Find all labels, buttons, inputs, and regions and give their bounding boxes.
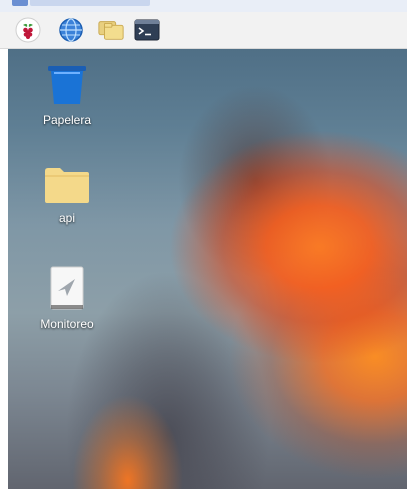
folders-icon <box>98 21 124 40</box>
raspberry-menu-button[interactable] <box>14 16 42 44</box>
desktop-icon-papelera[interactable]: Papelera <box>12 63 122 127</box>
desktop-icon-monitoreo[interactable]: Monitoreo <box>12 265 122 331</box>
window-title-strip <box>0 0 407 12</box>
web-browser-button[interactable] <box>57 16 85 44</box>
taskbar <box>0 12 407 49</box>
folder-icon <box>45 168 89 203</box>
terminal-button[interactable] <box>133 16 161 44</box>
window-icon <box>12 0 28 6</box>
document-icon <box>50 266 84 310</box>
desktop-icon-api[interactable]: api <box>12 165 122 225</box>
globe-icon <box>59 18 83 42</box>
raspberry-icon <box>15 17 41 43</box>
desktop-icon-label: Monitoreo <box>40 317 94 331</box>
desktop-icon-label: api <box>58 211 75 225</box>
desktop[interactable]: Papelera api Monitoreo <box>8 49 407 489</box>
terminal-icon <box>134 19 160 41</box>
window-title-bar-fragment <box>30 0 150 6</box>
trash-icon <box>48 66 86 104</box>
file-manager-button[interactable] <box>97 16 125 44</box>
desktop-icon-label: Papelera <box>42 113 92 127</box>
